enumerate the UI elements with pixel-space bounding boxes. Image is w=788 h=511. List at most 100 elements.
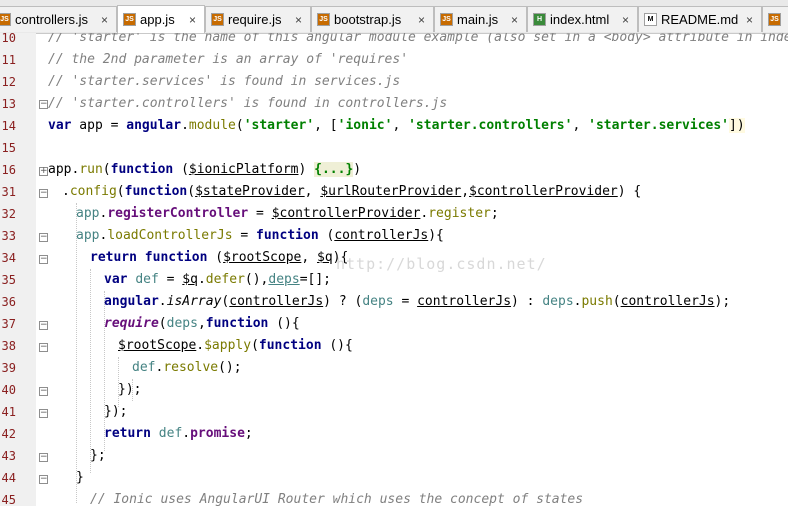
close-icon[interactable]: ×: [511, 13, 518, 27]
fold-collapse-icon[interactable]: −: [39, 343, 48, 352]
token: defer: [205, 272, 245, 287]
line-number: 38: [1, 339, 16, 353]
tab-require-js[interactable]: JS require.js ×: [205, 6, 311, 32]
close-icon[interactable]: ×: [622, 13, 629, 27]
code-line: }: [76, 467, 84, 489]
js-file-icon: JS: [123, 13, 136, 26]
token: app: [76, 228, 100, 243]
close-icon[interactable]: ×: [418, 13, 425, 27]
token: def: [158, 426, 183, 441]
token: .: [181, 118, 189, 133]
code-line: var def = $q.defer(),deps=[];: [104, 269, 331, 291]
token: var: [48, 118, 72, 133]
token: function: [110, 162, 174, 177]
code-line: // 'starter' is the name of this angular…: [48, 33, 788, 49]
fold-collapse-icon[interactable]: −: [39, 189, 48, 198]
code-line: var app = angular.module('starter', ['io…: [48, 115, 745, 137]
token: =: [158, 272, 183, 287]
tab-label: index.html: [550, 12, 610, 27]
comment: // Ionic uses AngularUI Router which use…: [90, 492, 584, 506]
token: .: [62, 184, 70, 199]
fold-collapse-icon[interactable]: −: [39, 453, 48, 462]
token: function: [256, 228, 319, 243]
fold-collapse-icon[interactable]: −: [39, 475, 48, 484]
folded-block[interactable]: {...}: [314, 162, 354, 177]
token: .: [196, 338, 205, 353]
line-number: 37: [1, 317, 16, 331]
token: $ionicPlatform: [188, 162, 299, 177]
line-number: 13: [1, 97, 16, 111]
token: (: [251, 338, 259, 353]
line-number: 40: [1, 383, 16, 397]
token: app: [76, 206, 100, 221]
fold-collapse-icon[interactable]: −: [39, 387, 48, 396]
token: return: [90, 250, 137, 265]
js-file-icon: JS: [211, 13, 224, 26]
token: .: [182, 426, 191, 441]
comment: // 'starter.controllers' is found in con…: [48, 96, 448, 111]
token: push: [581, 294, 613, 309]
tab-main-js[interactable]: JS main.js ×: [434, 6, 527, 32]
tab-app-js[interactable]: JS app.js ×: [117, 5, 205, 33]
code-line: .config(function($stateProvider, $urlRou…: [62, 181, 641, 203]
token: $stateProvider: [195, 184, 305, 199]
line-number-gutter: 10 11 12 13 14 15 16 31 32 33 34 35 36 3…: [0, 31, 36, 507]
code-line: require(deps,function (){: [104, 313, 300, 335]
fold-collapse-icon[interactable]: −: [39, 100, 48, 109]
code-line: // 'starter.controllers' is found in con…: [48, 93, 447, 115]
token: controllerJs: [334, 228, 429, 243]
close-icon[interactable]: ×: [101, 13, 108, 27]
token: deps: [542, 294, 574, 309]
tab-index-html[interactable]: H index.html ×: [527, 6, 638, 32]
token: $q: [182, 272, 198, 287]
tab-controllers-js[interactable]: JS controllers.js ×: [0, 6, 117, 32]
token: function: [258, 338, 322, 353]
js-file-icon: JS: [440, 13, 453, 26]
tab-overflow[interactable]: JS: [762, 6, 788, 32]
close-icon[interactable]: ×: [189, 13, 196, 27]
token: angular: [104, 294, 159, 309]
token: controllerJs: [417, 294, 512, 309]
fold-collapse-icon[interactable]: −: [39, 321, 48, 330]
tab-readme-md[interactable]: M README.md ×: [638, 6, 762, 32]
tab-label: require.js: [228, 12, 282, 27]
token: function: [205, 316, 269, 331]
fold-collapse-icon[interactable]: −: [39, 255, 48, 264]
tab-bootstrap-js[interactable]: JS bootstrap.js ×: [311, 6, 434, 32]
close-icon[interactable]: ×: [746, 13, 753, 27]
token: });: [104, 404, 128, 419]
fold-expand-icon[interactable]: +: [39, 167, 48, 176]
tab-label: app.js: [140, 12, 175, 27]
token: (: [235, 118, 244, 133]
close-icon[interactable]: ×: [295, 13, 302, 27]
fold-collapse-icon[interactable]: −: [39, 409, 48, 418]
code-line: app.loadControllerJs = function (control…: [76, 225, 444, 247]
token: app: [48, 162, 72, 177]
line-number: 44: [1, 471, 16, 485]
token: app =: [71, 118, 127, 133]
token: ;: [244, 426, 253, 441]
code-editor[interactable]: − + − − − − − − − − − http://blog.csdn.n…: [36, 33, 788, 506]
code-line: def.resolve();: [132, 357, 242, 379]
token: (: [102, 162, 111, 177]
token: (: [318, 228, 335, 243]
token: ,: [572, 118, 589, 133]
tab-label: controllers.js: [15, 12, 88, 27]
tab-label: README.md: [661, 12, 739, 27]
token: ){: [332, 250, 349, 265]
token: (){: [321, 338, 353, 353]
token: (: [173, 162, 189, 177]
token: (: [116, 184, 125, 199]
token: 'starter': [243, 118, 315, 133]
token: (: [207, 250, 224, 265]
token: ,: [461, 184, 470, 199]
token: );: [714, 294, 731, 309]
line-number: 16: [1, 163, 16, 177]
token: angular: [126, 118, 182, 133]
token: (){: [268, 316, 300, 331]
code-line: app.run(function ($ionicPlatform) {...}): [48, 159, 361, 181]
line-number: 45: [1, 493, 16, 507]
token: });: [118, 382, 142, 397]
fold-collapse-icon[interactable]: −: [39, 233, 48, 242]
line-number: 39: [1, 361, 16, 375]
